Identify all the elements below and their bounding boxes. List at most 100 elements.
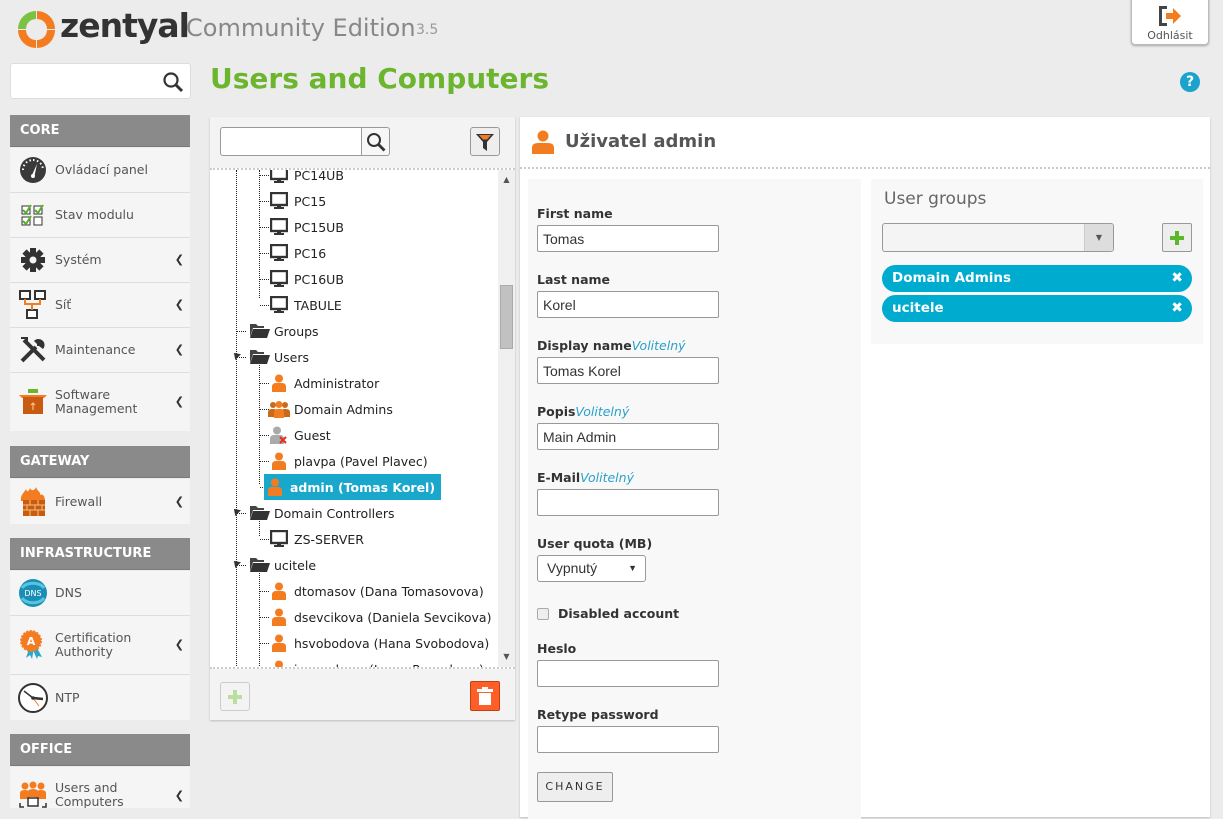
tree-expander-icon[interactable] [231,558,241,568]
sidebar-item-label: Firewall [55,493,103,509]
tree-node-label: ucitele [274,557,317,573]
display-name-input[interactable] [537,357,719,384]
help-icon[interactable]: ? [1180,72,1200,92]
chevron-left-icon: ❮ [174,789,184,802]
tree-node-label: dsevcikova (Daniela Sevcikova) [294,609,492,625]
password-label: Heslo [537,641,577,656]
scroll-up-arrow-icon[interactable]: ▲ [498,172,515,188]
tree-node[interactable]: Domain Admins [268,396,393,422]
user-icon [264,478,286,496]
delete-node-button[interactable] [470,681,500,711]
users-computers-icon [18,781,47,808]
first-name-input[interactable] [537,225,719,252]
tree-node-label: Users [274,349,310,365]
tree-node[interactable]: PC16 [268,240,326,266]
search-icon[interactable] [162,71,184,93]
add-group-button[interactable] [1162,223,1192,252]
nav-core: Ovládací panel Stav modulu Systém ❮ Síť … [10,148,190,431]
tree-node[interactable]: Domain Controllers [248,500,394,526]
email-input[interactable] [537,489,719,516]
tree-node[interactable]: TABULE [268,292,342,318]
tree-node[interactable]: plavpa (Pavel Plavec) [268,448,428,474]
sidebar-item-software[interactable]: Software Management ❮ [10,373,190,431]
tree-node-label: admin (Tomas Korel) [290,479,436,495]
plus-icon [228,689,242,704]
tree-guide-line [259,361,260,484]
quota-select[interactable]: Vypnutý ▼ [537,555,646,582]
tree-node[interactable]: dsevcikova (Daniela Sevcikova) [268,604,491,630]
last-name-input[interactable] [537,291,719,318]
tree-node[interactable]: ZS-SERVER [268,526,364,552]
tree-node[interactable]: Groups [248,318,319,344]
nav-gateway: Firewall ❮ [10,479,190,524]
detail-header: Uživatel admin [520,117,1210,169]
sidebar-item-dns[interactable]: DNS DNS [10,571,190,616]
tree-node[interactable]: ucitele [248,552,316,578]
sidebar-item-dashboard[interactable]: Ovládací panel [10,148,190,193]
logout-button[interactable]: Odhlásit [1131,0,1209,45]
disabled-account-checkbox[interactable] [537,607,549,620]
sidebar-item-label: Stav modulu [55,207,134,222]
tree-node[interactable]: ipecenkova (Ivana Pecenkova) [268,656,484,667]
page-title: Users and Computers [210,62,550,95]
tree-node[interactable]: hsvobodova (Hana Svobodova) [268,630,489,656]
sidebar-item-system[interactable]: Systém ❮ [10,238,190,283]
computer-icon [268,170,290,184]
tree-node[interactable]: Administrator [268,370,379,396]
tree-expander-icon[interactable] [231,506,241,516]
tree-node[interactable]: Guest [268,422,331,448]
tree-node[interactable]: PC15UB [268,214,344,240]
tree-scrollbar[interactable]: ▲ ▼ [498,170,515,667]
scroll-down-arrow-icon[interactable]: ▼ [498,649,515,665]
remove-group-icon[interactable]: ✖ [1171,295,1183,322]
tree-node[interactable]: PC14UB [268,168,344,188]
sidebar-item-ntp[interactable]: NTP [10,675,190,720]
user-icon [268,452,290,470]
user-icon [532,130,554,154]
scrollbar-thumb[interactable] [500,285,513,349]
tree-expander-icon[interactable] [231,350,241,360]
tree-node[interactable]: Users [248,344,309,370]
sidebar-item-maintenance[interactable]: Maintenance ❮ [10,328,190,373]
change-button[interactable]: CHANGE [537,772,613,802]
add-node-button[interactable] [220,682,250,711]
password-input[interactable] [537,660,719,687]
retype-password-input[interactable] [537,726,719,753]
tree-connector [237,565,246,566]
tree-node[interactable]: PC16UB [268,266,344,292]
dns-icon: DNS [18,579,47,607]
sidebar-item-users-computers[interactable]: Users and Computers ❮ [10,767,190,808]
sidebar-item-module-status[interactable]: Stav modulu [10,193,190,238]
folder-icon [248,557,272,573]
tree-node-label: dtomasov (Dana Tomasovova) [294,583,484,599]
firewall-icon [20,486,45,516]
tree-search-input[interactable] [220,127,362,156]
group-select[interactable]: ▼ [882,223,1114,252]
disabled-account-row: Disabled account [537,606,679,621]
nav-office: Users and Computers ❮ [10,767,190,808]
remove-group-icon[interactable]: ✖ [1171,265,1183,292]
tree-search-button[interactable] [362,127,390,156]
sidebar-item-firewall[interactable]: Firewall ❮ [10,479,190,524]
tree-node[interactable]: dtomasov (Dana Tomasovova) [268,578,484,604]
sidebar-item-label: Users and Computers [55,780,124,809]
brand-name: zentyal [60,6,190,45]
sidebar-item-label: Certification Authority [55,630,132,659]
group-tag-label: ucitele [892,300,944,316]
sidebar-item-certification-authority[interactable]: A Certification Authority ❮ [10,616,190,675]
sidebar-search-input[interactable] [11,64,151,98]
zentyal-logo-icon [18,11,55,48]
user-icon [268,634,290,652]
sidebar-item-network[interactable]: Síť ❮ [10,283,190,328]
user-icon [268,582,290,600]
group-icon [268,400,290,418]
sidebar-item-label: Síť [55,297,72,312]
description-input[interactable] [537,423,719,450]
user-icon [268,374,290,392]
tree-node[interactable]: admin (Tomas Korel) [264,474,442,500]
tree-filter-button[interactable] [470,127,500,156]
quota-label: User quota (MB) [537,536,653,551]
tree-node[interactable]: PC15 [268,188,326,214]
tree-node-label: PC14UB [294,168,344,183]
gear-icon [20,248,45,272]
